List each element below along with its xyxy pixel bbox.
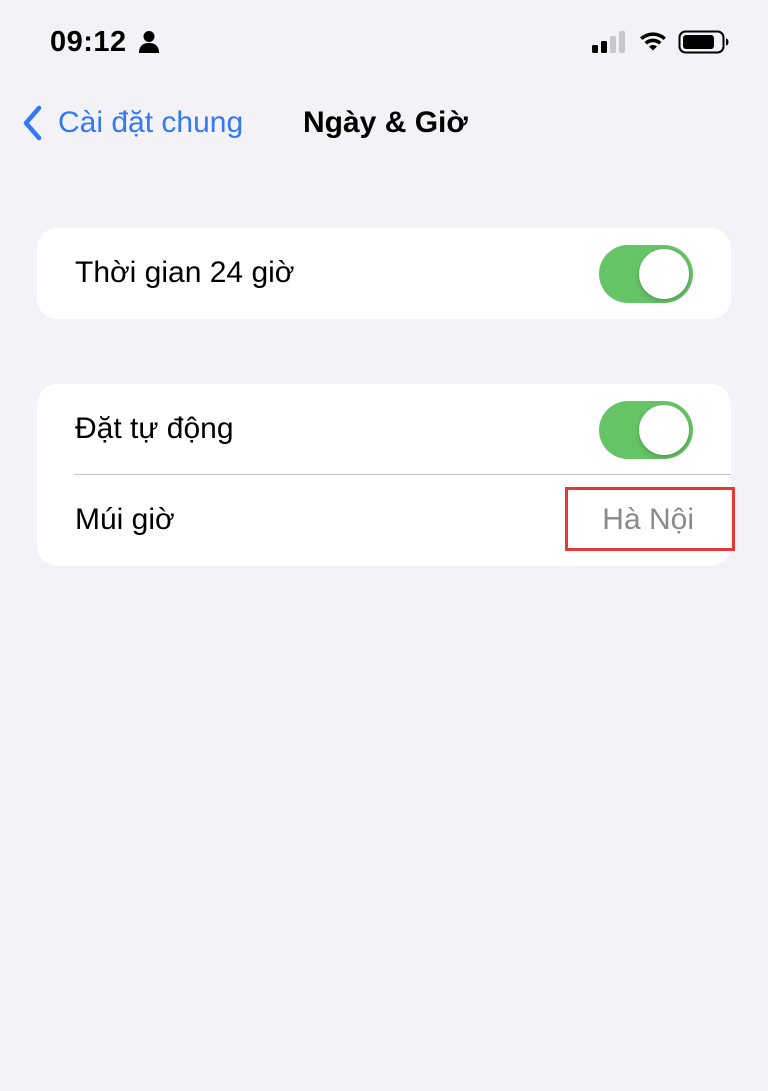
status-time: 09:12 [50,26,127,58]
list-item-set-automatically: Đặt tự động [37,384,731,475]
status-bar: 09:12 [0,0,768,84]
person-icon [139,31,159,53]
signal-icon [592,31,625,53]
back-label: Cài đặt chung [58,106,244,139]
back-button[interactable]: Cài đặt chung [18,100,243,146]
highlight-box [565,487,735,551]
toggle-knob [639,249,689,299]
24-hour-time-toggle[interactable] [599,245,693,303]
wifi-icon [640,32,666,51]
row-label: Múi giờ [75,503,175,536]
page-title: Ngày & Giờ [303,106,468,139]
battery-icon [678,30,729,54]
chevron-left-icon [23,105,42,141]
set-automatically-toggle[interactable] [599,401,693,459]
settings-group-24h: Thời gian 24 giờ [37,228,731,319]
row-label: Thời gian 24 giờ [75,256,295,289]
list-item-24-hour-time: Thời gian 24 giờ [37,228,731,319]
row-label: Đặt tự động [75,412,234,445]
navigation-bar: Cài đặt chung Ngày & Giờ [0,84,768,164]
toggle-knob [639,405,689,455]
